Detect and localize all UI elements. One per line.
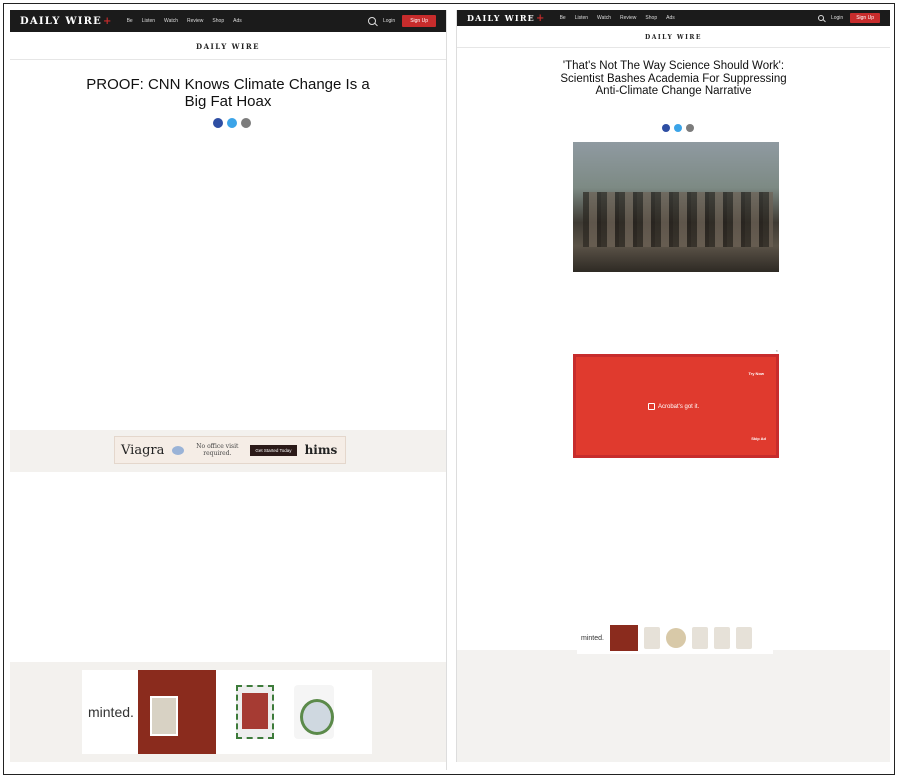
acrobat-ad[interactable]: Try Now Acrobat's got it. Skip Ad: [573, 354, 779, 458]
twitter-share-icon[interactable]: [673, 124, 682, 132]
masthead: DAILY WIRE: [10, 34, 446, 60]
login-link[interactable]: Login: [383, 18, 395, 24]
ad-brand: minted.: [88, 704, 134, 720]
nav-item[interactable]: Listen: [575, 15, 588, 21]
signup-button[interactable]: Sign Up: [850, 13, 880, 23]
facebook-share-icon[interactable]: [213, 118, 223, 128]
ad-cta-button[interactable]: Try Now: [748, 371, 764, 376]
main-nav: Be Listen Watch Review Shop Ads: [127, 18, 242, 24]
article-headline: PROOF: CNN Knows Climate Change Is a Big…: [86, 76, 370, 110]
ad-card-image: [643, 627, 660, 649]
ad-card-image: [236, 685, 274, 739]
byline: [10, 118, 446, 128]
email-share-icon[interactable]: [685, 124, 694, 132]
email-share-icon[interactable]: [241, 118, 251, 128]
facebook-share-icon[interactable]: [661, 124, 670, 132]
nav-item[interactable]: Watch: [597, 15, 611, 21]
masthead: DAILY WIRE: [457, 28, 890, 48]
ad-card-image: [138, 670, 216, 754]
nav-item[interactable]: Listen: [142, 18, 155, 24]
ad-cta-button[interactable]: Get Started Today: [250, 444, 297, 456]
acrobat-logo-icon: [648, 403, 655, 410]
minted-ad[interactable]: minted.: [577, 622, 773, 654]
signup-button[interactable]: Sign Up: [402, 15, 436, 27]
nav-item[interactable]: Ads: [233, 18, 242, 24]
ad-brand: Viagra: [121, 442, 165, 458]
top-navigation-bar: DAILY WIRE+ Be Listen Watch Review Shop …: [457, 10, 890, 26]
ad-brand: minted.: [581, 634, 604, 642]
article-body: [120, 142, 346, 149]
ad-card-image: [609, 625, 638, 651]
nav-item[interactable]: Review: [620, 15, 636, 21]
ad-card-image: [691, 627, 708, 649]
pill-icon: [172, 445, 185, 455]
ad-card-image: [294, 685, 334, 739]
article-body-continued: [585, 468, 767, 475]
right-article-page: DAILY WIRE+ Be Listen Watch Review Shop …: [456, 10, 890, 762]
nav-item[interactable]: Be: [560, 15, 566, 21]
article-body: [585, 282, 767, 289]
ad-card-photo: [150, 696, 178, 736]
ad-card-image: [665, 628, 686, 648]
nav-item[interactable]: Review: [187, 18, 203, 24]
nav-item[interactable]: Ads: [666, 15, 675, 21]
nav-item[interactable]: Shop: [212, 18, 224, 24]
top-navigation-bar: DAILY WIRE+ Be Listen Watch Review Shop …: [10, 10, 446, 32]
ad-message: Acrobat's got it.: [648, 403, 699, 410]
ad-band-bottom: minted.: [10, 662, 446, 762]
nav-item[interactable]: Watch: [164, 18, 178, 24]
ad-card-image: [713, 627, 730, 649]
left-article-page: DAILY WIRE+ Be Listen Watch Review Shop …: [10, 10, 447, 770]
nav-item[interactable]: Shop: [645, 15, 657, 21]
hero-image-wildfire-ruins: [573, 142, 779, 272]
minted-ad[interactable]: minted.: [82, 670, 372, 754]
byline: [457, 124, 890, 132]
viagra-ad[interactable]: Viagra No office visit required. Get Sta…: [114, 436, 346, 464]
twitter-share-icon[interactable]: [227, 118, 237, 128]
ad-partner-logo: hims: [304, 443, 338, 457]
ad-tagline: No office visit required.: [196, 443, 239, 457]
article-body-continued: [120, 488, 346, 495]
nav-item[interactable]: Be: [127, 18, 133, 24]
site-logo[interactable]: DAILY WIRE+: [467, 13, 546, 24]
main-nav: Be Listen Watch Review Shop Ads: [560, 15, 675, 21]
ad-card-image: [735, 627, 752, 649]
search-icon[interactable]: [817, 15, 824, 21]
ad-skip-button[interactable]: Skip Ad: [751, 436, 766, 441]
login-link[interactable]: Login: [831, 15, 843, 21]
search-icon[interactable]: [367, 17, 376, 25]
ad-band: Viagra No office visit required. Get Sta…: [10, 430, 446, 472]
article-container: [457, 10, 890, 650]
close-icon[interactable]: ×: [776, 348, 778, 353]
site-logo[interactable]: DAILY WIRE+: [20, 16, 113, 27]
article-headline: 'That's Not The Way Science Should Work'…: [560, 60, 787, 97]
